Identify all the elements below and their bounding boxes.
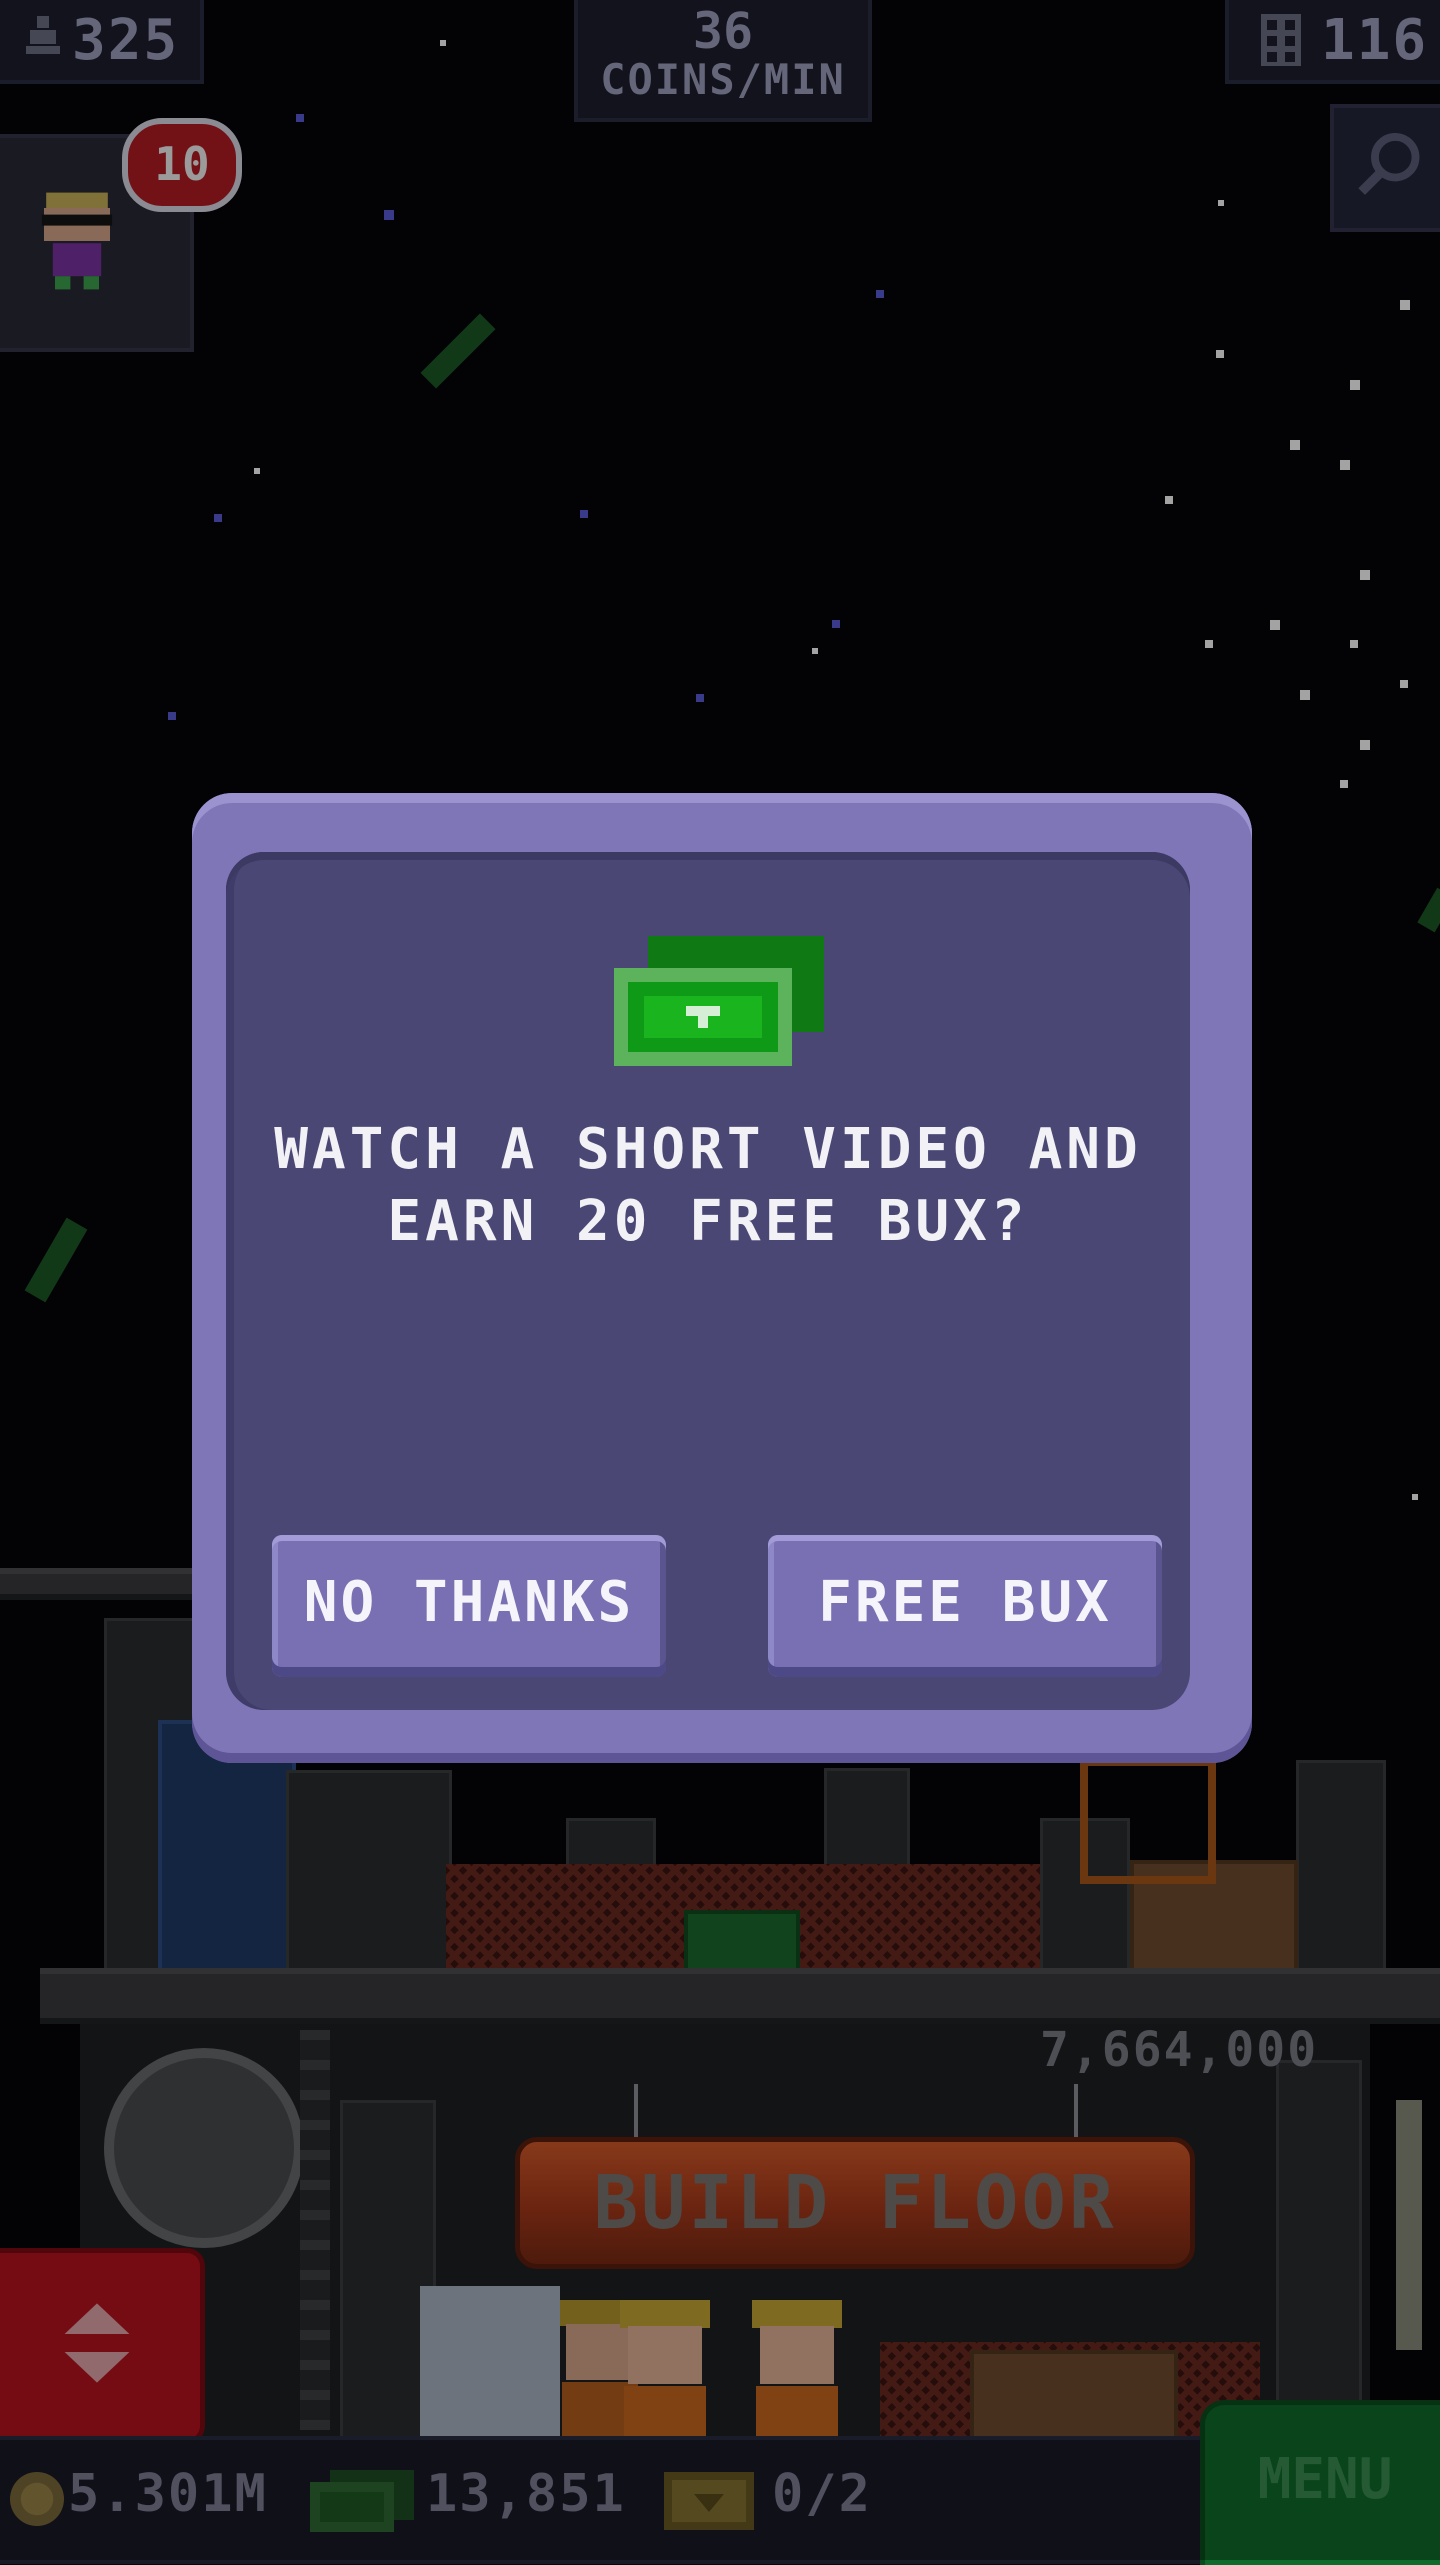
dialog-message-line2: EARN 20 FREE BUX?: [387, 1189, 1029, 1254]
bux-bills-icon: [614, 936, 824, 1066]
dialog-message-line1: WATCH A SHORT VIDEO AND: [274, 1117, 1142, 1182]
no-thanks-button[interactable]: NO THANKS: [272, 1535, 666, 1677]
dialog-message: WATCH A SHORT VIDEO AND EARN 20 FREE BUX…: [226, 1114, 1190, 1258]
free-bux-button[interactable]: FREE BUX: [768, 1535, 1162, 1677]
